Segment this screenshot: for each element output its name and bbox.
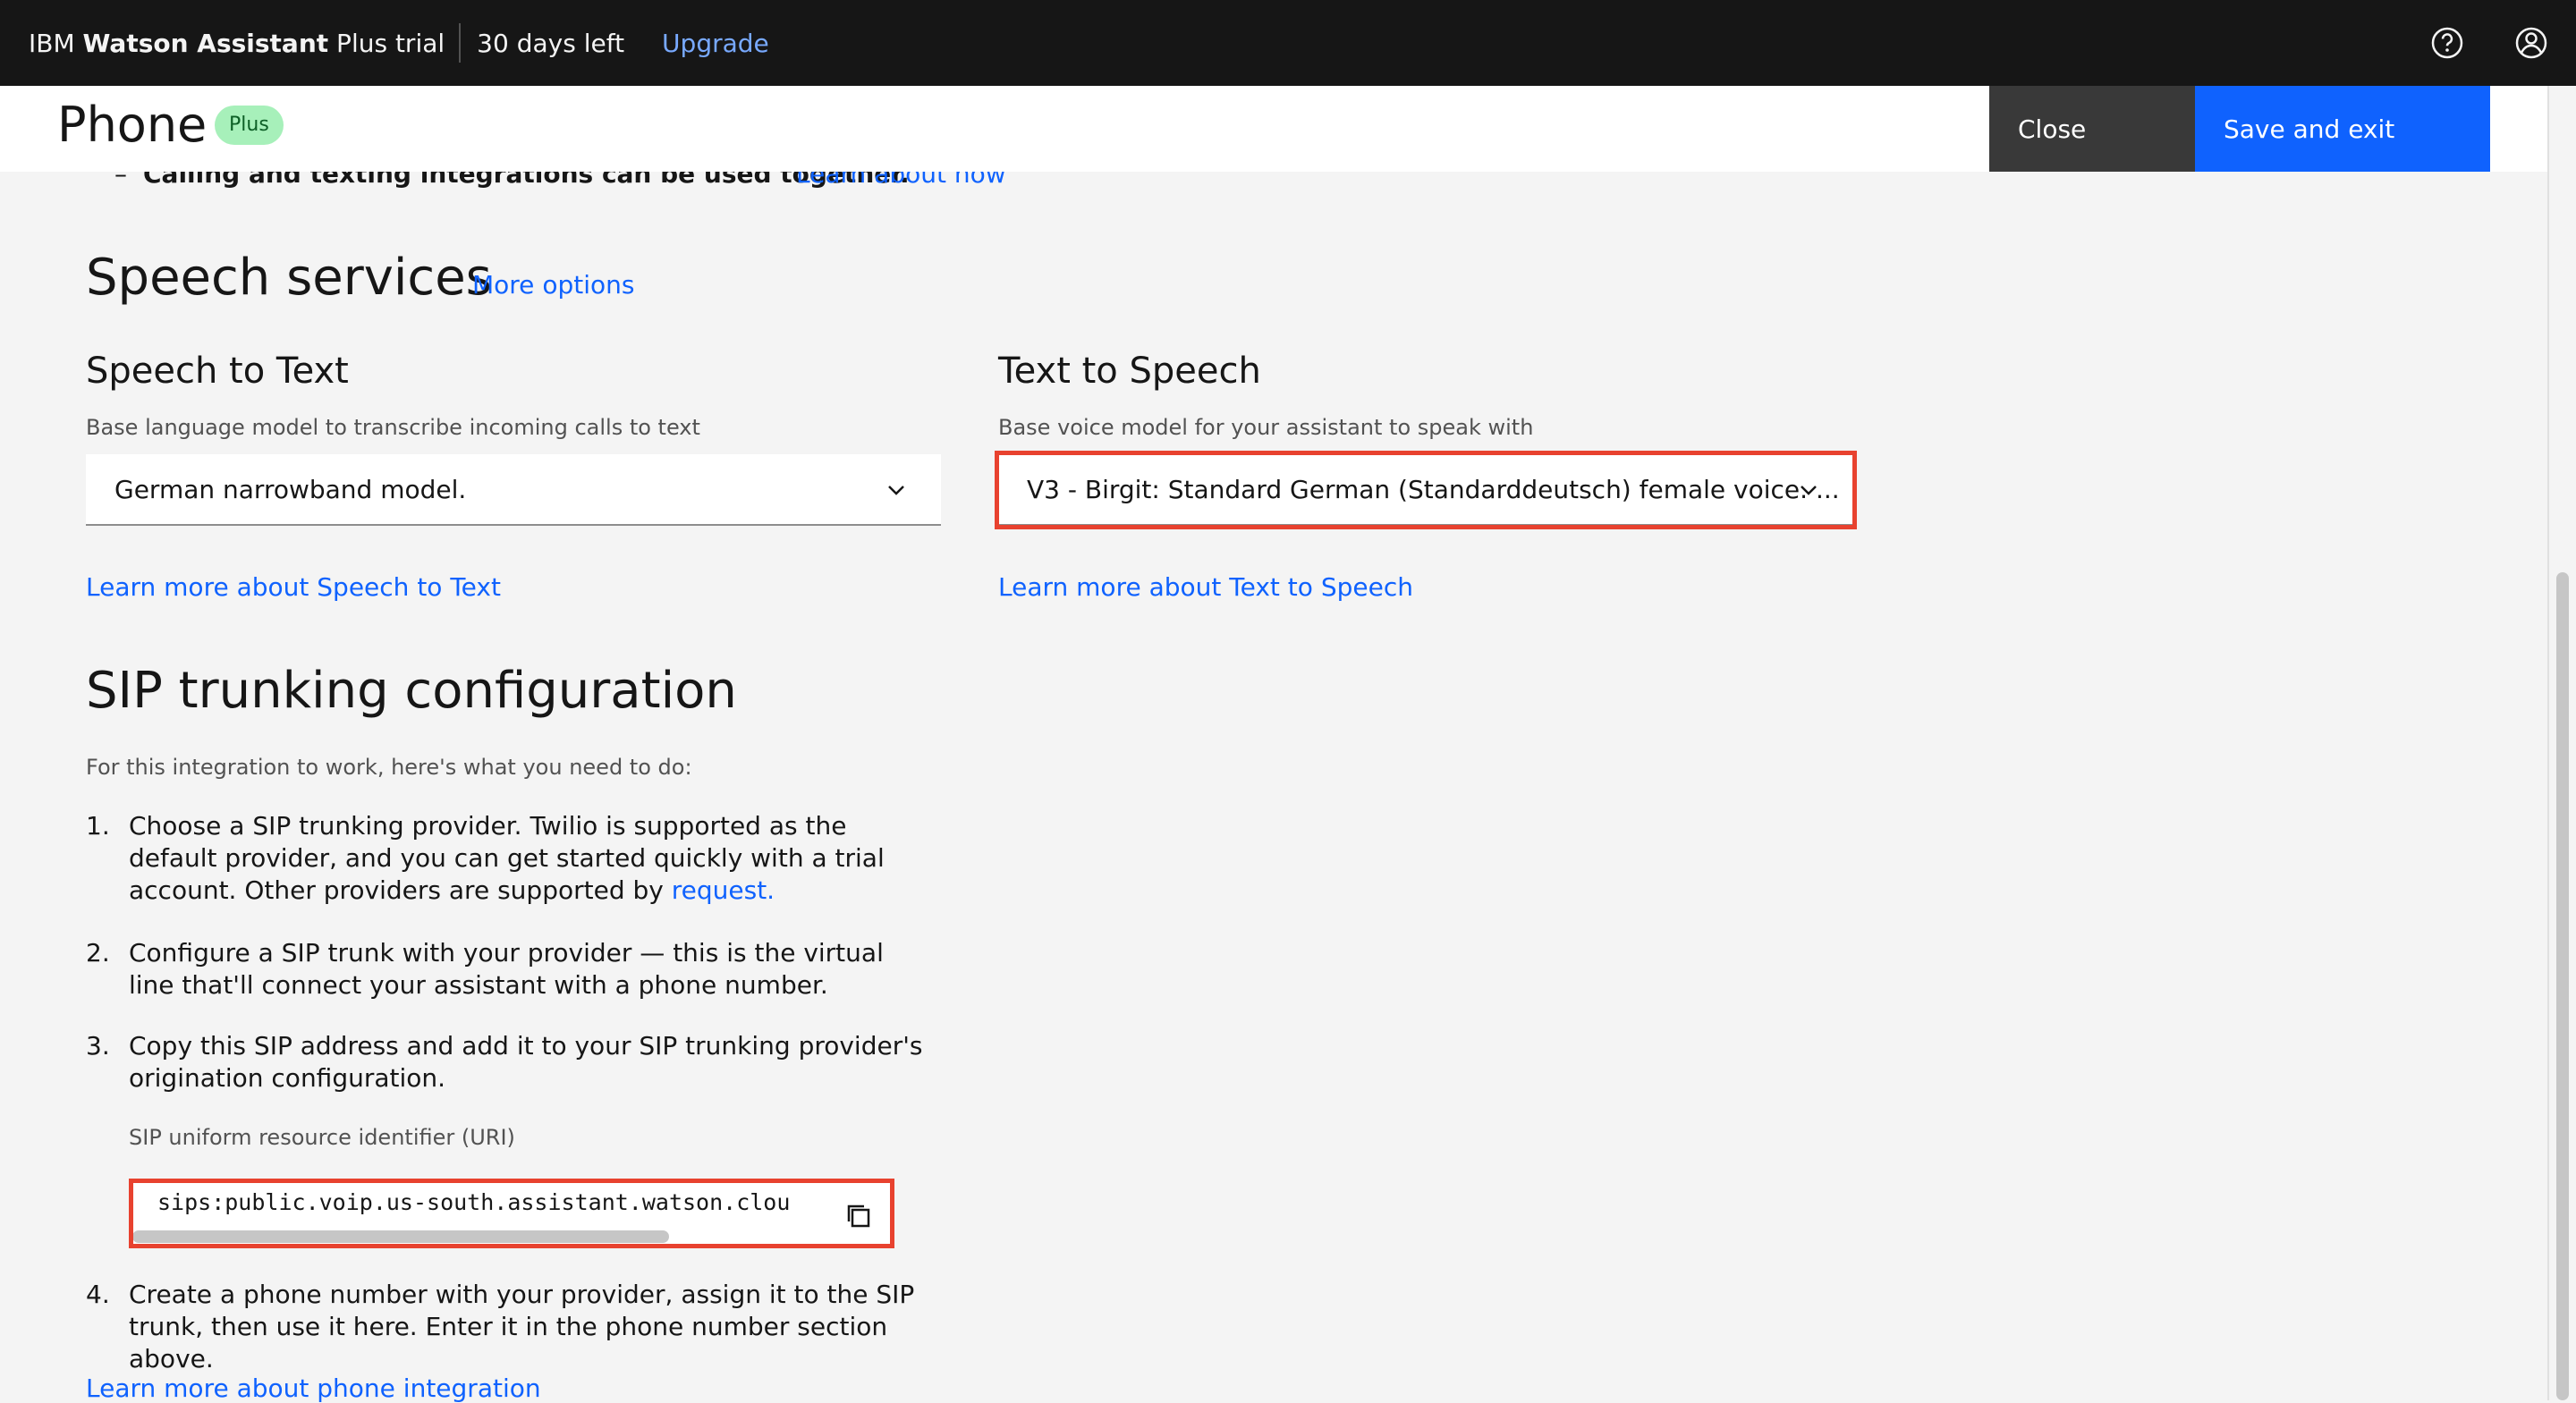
- user-avatar-icon[interactable]: [2510, 21, 2553, 64]
- speech-to-text-selected: German narrowband model.: [114, 474, 467, 504]
- learn-speech-to-text-link[interactable]: Learn more about Speech to Text: [86, 572, 501, 602]
- close-button[interactable]: Close: [1989, 86, 2195, 172]
- speech-services-heading: Speech services: [86, 249, 492, 307]
- sip-intro-text: For this integration to work, here's wha…: [86, 755, 692, 780]
- step-text: Copy this SIP address and add it to your…: [129, 1031, 923, 1093]
- step-number: 4.: [86, 1280, 110, 1309]
- page-title: Phone: [57, 97, 208, 153]
- help-icon[interactable]: [2426, 21, 2469, 64]
- step-number: 2.: [86, 938, 110, 968]
- page-scrollbar-thumb[interactable]: [2556, 572, 2569, 1400]
- text-to-speech-helper: Base voice model for your assistant to s…: [998, 415, 1534, 440]
- brand-suffix: Plus trial: [328, 28, 445, 58]
- plan-tag: Plus: [215, 106, 284, 145]
- brand-name: Watson Assistant: [82, 28, 329, 58]
- speech-to-text-dropdown[interactable]: German narrowband model.: [86, 454, 941, 526]
- step-text: Configure a SIP trunk with your provider…: [129, 938, 884, 1000]
- chevron-down-icon: [888, 486, 904, 495]
- text-to-speech-heading: Text to Speech: [998, 351, 1261, 392]
- speech-to-text-helper: Base language model to transcribe incomi…: [86, 415, 700, 440]
- more-options-link[interactable]: More options: [472, 270, 634, 300]
- text-to-speech-highlight: [995, 451, 1857, 529]
- header-divider: [459, 23, 462, 63]
- request-link[interactable]: request.: [672, 875, 775, 905]
- step-text: Create a phone number with your provider…: [129, 1280, 915, 1373]
- save-and-exit-button[interactable]: Save and exit: [2195, 86, 2490, 172]
- sip-trunking-heading: SIP trunking configuration: [86, 662, 737, 720]
- brand-prefix: IBM: [29, 28, 83, 58]
- trial-days-left: 30 days left: [477, 28, 625, 58]
- product-name[interactable]: IBM Watson Assistant Plus trial: [29, 29, 445, 58]
- sip-uri-label: SIP uniform resource identifier (URI): [129, 1125, 515, 1150]
- step-text: Choose a SIP trunking provider. Twilio i…: [129, 810, 934, 907]
- top-header: IBM Watson Assistant Plus trial 30 days …: [0, 0, 2576, 86]
- sip-uri-highlight: [129, 1179, 894, 1248]
- speech-to-text-heading: Speech to Text: [86, 351, 349, 392]
- step-number: 1.: [86, 811, 110, 841]
- upgrade-link[interactable]: Upgrade: [662, 29, 769, 58]
- step-number: 3.: [86, 1031, 110, 1061]
- page-subheader: Phone Plus Close Save and exit: [0, 86, 2547, 172]
- learn-phone-integration-link[interactable]: Learn more about phone integration: [86, 1373, 541, 1403]
- learn-text-to-speech-link[interactable]: Learn more about Text to Speech: [998, 572, 1413, 602]
